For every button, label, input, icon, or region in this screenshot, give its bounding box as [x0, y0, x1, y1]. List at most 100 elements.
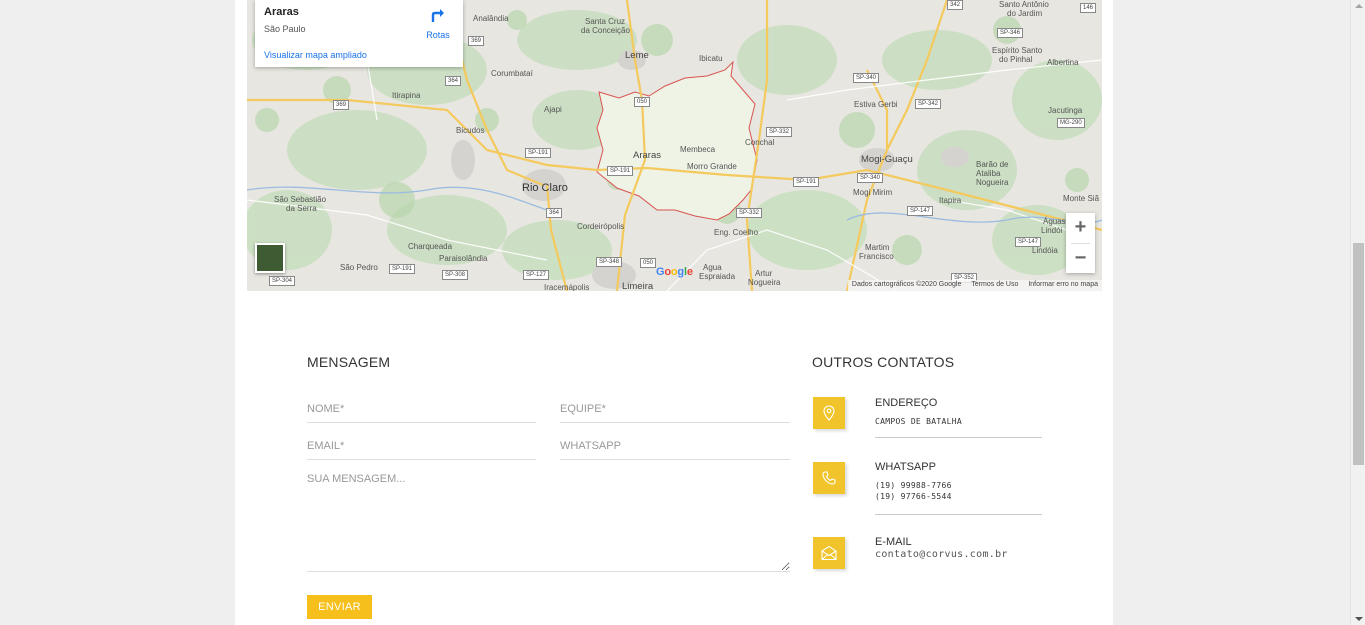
map-label: Mogi Mirim: [853, 188, 893, 197]
map-label: Ataliba: [976, 169, 1001, 178]
map-label: Mogi-Guaçu: [861, 154, 913, 165]
email-label: E-MAIL: [875, 536, 912, 548]
map-label: Itapira: [939, 196, 962, 205]
address-icon-box: [813, 397, 845, 429]
report-error-link[interactable]: Informar erro no mapa: [1028, 281, 1098, 288]
road-shield: 050: [640, 258, 657, 268]
map-label: Barão de: [976, 160, 1009, 169]
map-label: Morro Grande: [687, 162, 737, 171]
map-data-credit: Dados cartográficos ©2020 Google: [851, 281, 962, 288]
map-label: Espírito Santo: [992, 46, 1043, 55]
road-shield: SP-191: [793, 177, 820, 187]
road-shield: SP-348: [596, 257, 623, 267]
map-label: Paraisolândia: [439, 254, 488, 263]
map-label: Nogueira: [748, 278, 781, 287]
map-label: Charqueada: [408, 242, 453, 251]
whatsapp-phone-1: (19) 99988-7766: [875, 481, 952, 490]
map-label: Rio Claro: [522, 182, 568, 194]
contact-page: Analândia Santa Cruz da Conceição Leme I…: [235, 0, 1113, 625]
terms-link[interactable]: Termos de Uso: [971, 281, 1018, 288]
phone-icon: [822, 471, 836, 485]
map-label: São Pedro: [340, 263, 378, 272]
map-label: Nogueira: [976, 178, 1009, 187]
email-input[interactable]: [307, 436, 536, 460]
map-label: Francisco: [859, 252, 894, 261]
contacts-title: OUTROS CONTATOS: [812, 354, 955, 370]
road-shield: SP-191: [607, 166, 634, 176]
road-shield: SP-332: [736, 208, 763, 218]
map-label: Santa Cruz: [585, 17, 626, 26]
road-shield: SP-191: [525, 148, 552, 158]
map-label: Leme: [625, 50, 649, 61]
directions-button[interactable]: Rotas: [420, 7, 456, 40]
place-region: São Paulo: [264, 24, 306, 34]
map-label: Estiva Gerbi: [854, 100, 898, 109]
send-button[interactable]: ENVIAR: [307, 595, 372, 619]
envelope-icon: [821, 545, 837, 561]
road-shield: 146: [1080, 3, 1097, 13]
message-textarea[interactable]: [307, 473, 790, 572]
whatsapp-phone-2: (19) 97766-5544: [875, 492, 952, 501]
road-shield: MG-290: [1057, 118, 1085, 128]
road-shield: 364: [445, 76, 462, 86]
road-shield: SP-346: [997, 28, 1024, 38]
map-label: Membeca: [680, 145, 716, 154]
page-scrollbar[interactable]: [1350, 0, 1365, 625]
scroll-up-arrow[interactable]: [1355, 4, 1363, 8]
google-logo: Google: [656, 266, 693, 278]
map-label: Agua: [703, 263, 722, 272]
google-map[interactable]: Analândia Santa Cruz da Conceição Leme I…: [247, 0, 1102, 291]
map-label: Albertina: [1047, 58, 1079, 67]
map-label: Corumbataí: [491, 69, 533, 78]
road-shield: SP-340: [857, 173, 884, 183]
map-label: Lindói: [1041, 226, 1063, 235]
map-label: do Pinhal: [999, 55, 1033, 64]
road-shield: SP-342: [915, 99, 942, 109]
email-value[interactable]: contato@corvus.com.br: [875, 549, 1008, 560]
divider: [875, 514, 1042, 515]
zoom-control: + −: [1066, 213, 1095, 273]
view-larger-map-link[interactable]: Visualizar mapa ampliado: [264, 50, 367, 60]
directions-icon: [431, 9, 444, 22]
road-shield: 342: [947, 0, 964, 10]
map-label: Eng. Coelho: [714, 228, 759, 237]
zoom-in-button[interactable]: +: [1066, 213, 1095, 242]
map-label: Itirapina: [392, 91, 421, 100]
zoom-out-button[interactable]: −: [1066, 244, 1095, 273]
map-label: Ibicatu: [699, 54, 723, 63]
map-place-card: Araras São Paulo Visualizar mapa ampliad…: [255, 0, 463, 67]
map-label: Limeira: [622, 281, 654, 291]
road-shield: 364: [546, 208, 563, 218]
name-input[interactable]: [307, 399, 536, 423]
scroll-down-arrow[interactable]: [1355, 617, 1363, 621]
address-label: ENDEREÇO: [875, 397, 938, 409]
map-label: Analândia: [473, 14, 509, 23]
map-label: Santo Antônio: [999, 0, 1049, 9]
map-label: São Sebastião: [274, 195, 327, 204]
map-label: da Serra: [286, 204, 317, 213]
map-label: Iracemápolis: [544, 283, 590, 291]
map-label: Martim: [865, 243, 890, 252]
road-shield: SP-191: [389, 264, 416, 274]
road-shield: 369: [468, 36, 485, 46]
map-attribution: Dados cartográficos ©2020 Google Termos …: [847, 280, 1102, 291]
map-label: Bicudos: [456, 126, 485, 135]
whatsapp-input[interactable]: [560, 436, 790, 460]
place-name: Araras: [264, 6, 299, 18]
map-label: Ajapi: [544, 105, 562, 114]
team-input[interactable]: [560, 399, 790, 423]
address-value: CAMPOS DE BATALHA: [875, 417, 962, 426]
map-pin-icon: [823, 405, 835, 421]
map-label: Lindóia: [1032, 246, 1058, 255]
whatsapp-icon-box: [813, 462, 845, 494]
divider: [875, 437, 1042, 438]
map-label: Artur: [755, 269, 773, 278]
road-shield: SP-147: [1015, 237, 1042, 247]
satellite-toggle[interactable]: [255, 243, 285, 273]
road-shield: SP-332: [766, 127, 793, 137]
road-shield: SP-340: [853, 73, 880, 83]
map-label: Araras: [633, 150, 661, 161]
email-icon-box: [813, 537, 845, 569]
map-label: do Jardim: [1007, 9, 1043, 18]
scrollbar-thumb[interactable]: [1353, 243, 1364, 465]
